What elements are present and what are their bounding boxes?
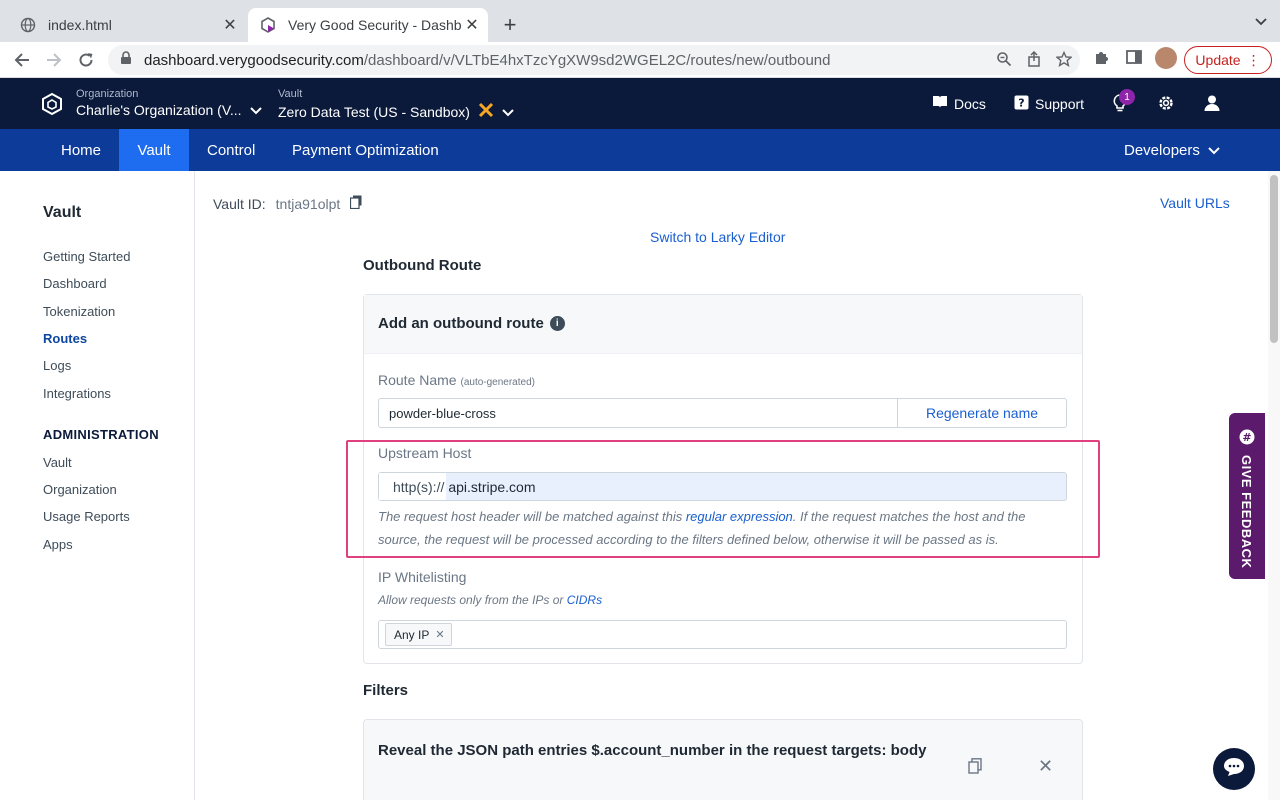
nav-home[interactable]: Home [45,129,117,171]
app-header: Organization Charlie's Organization (V..… [0,78,1280,129]
lock-icon [120,50,134,70]
sidebar-item-admin-vault[interactable]: Vault [43,455,72,470]
org-switcher[interactable]: Organization Charlie's Organization (V..… [76,88,262,118]
address-bar[interactable]: dashboard.verygoodsecurity.com/dashboard… [108,45,1080,75]
vault-id: Vault ID: tntja91olpt [213,195,362,212]
copy-icon[interactable] [350,195,362,212]
highlight-box [346,440,1100,558]
sidebar-item-organization[interactable]: Organization [43,482,117,497]
chevron-down-icon [502,104,514,120]
vault-switcher[interactable]: Vault Zero Data Test (US - Sandbox) [278,88,514,121]
card-title: Add an outbound route [378,315,544,332]
feedback-icon: # [1239,429,1255,445]
browser-tab-vgs[interactable]: Very Good Security - Dashboard ✕ [248,8,488,42]
profile-avatar[interactable] [1155,47,1177,69]
svg-text:?: ? [1018,97,1024,110]
url-text: dashboard.verygoodsecurity.com/dashboard… [144,51,831,69]
vgs-logo-icon[interactable] [40,92,64,121]
sidebar-item-getting-started[interactable]: Getting Started [43,249,130,264]
forward-icon[interactable] [42,48,66,72]
filter-description: Reveal the JSON path entries $.account_n… [378,742,927,759]
new-tab-icon[interactable]: + [498,12,522,38]
close-icon[interactable]: ✕ [462,15,482,35]
vault-id-label: Vault ID: [213,195,266,212]
sidebar-item-logs[interactable]: Logs [43,358,71,373]
share-icon[interactable] [1026,50,1042,72]
vault-label: Vault [278,88,303,100]
copy-icon[interactable] [968,758,982,779]
nav-developers[interactable]: Developers [1108,129,1236,171]
sidebar-item-usage-reports[interactable]: Usage Reports [43,509,130,524]
sidepanel-icon[interactable] [1125,48,1143,71]
feedback-label: GIVE FEEDBACK [1239,455,1254,569]
docs-link[interactable]: Docs [932,95,986,112]
ip-whitelist-input[interactable]: Any IP ✕ [378,620,1067,649]
book-icon [932,95,948,112]
sidebar-item-apps[interactable]: Apps [43,537,73,552]
tab-title: index.html [48,17,112,33]
filter-card: Reveal the JSON path entries $.account_n… [363,719,1083,800]
route-name-input[interactable]: powder-blue-cross [378,398,898,428]
org-value: Charlie's Organization (V... [76,102,242,118]
notification-badge: 1 [1119,89,1135,105]
more-vertical-icon: ⋮ [1246,51,1261,68]
browser-tab-strip: index.html ✕ Very Good Security - Dashbo… [0,0,1280,42]
star-icon[interactable] [1055,50,1073,72]
ip-chip: Any IP ✕ [385,623,452,646]
scrollbar-thumb[interactable] [1270,175,1278,343]
browser-toolbar: dashboard.verygoodsecurity.com/dashboard… [0,42,1280,78]
sidebar-item-tokenization[interactable]: Tokenization [43,304,115,319]
larky-editor-link[interactable]: Switch to Larky Editor [650,229,785,245]
info-icon[interactable]: i [549,316,565,331]
route-name-label: Route Name (auto-generated) [378,372,535,388]
sidebar: Vault Getting Started Dashboard Tokeniza… [0,171,195,800]
vault-urls-link[interactable]: Vault URLs [1160,195,1230,211]
globe-icon [20,17,36,33]
close-icon[interactable]: ✕ [435,628,444,641]
close-icon[interactable]: ✕ [1038,756,1053,777]
sidebar-title: Vault [43,204,82,221]
page-scrollbar[interactable] [1268,171,1280,800]
outbound-route-title: Outbound Route [363,257,482,274]
chevron-down-icon [1208,142,1220,159]
chat-icon [1223,757,1245,782]
org-label: Organization [76,88,139,100]
ip-whitelisting-label: IP Whitelisting [378,569,467,585]
chevron-down-icon [249,102,262,118]
vault-id-value: tntja91olpt [275,195,341,212]
sidebar-item-routes[interactable]: Routes [43,331,87,346]
zoom-icon[interactable] [996,51,1012,72]
svg-text:#: # [1242,431,1251,444]
chevron-down-icon[interactable] [1254,14,1268,30]
tab-title: Very Good Security - Dashboard [288,17,462,33]
nav-vault[interactable]: Vault [119,129,189,171]
sidebar-section-administration: ADMINISTRATION [43,427,159,442]
ip-whitelisting-hint: Allow requests only from the IPs or CIDR… [378,593,603,607]
back-icon[interactable] [10,48,34,72]
help-icon: ? [1014,95,1029,113]
user-icon[interactable] [1203,94,1221,117]
sandbox-icon [478,102,494,121]
sidebar-item-dashboard[interactable]: Dashboard [43,276,107,291]
regenerate-name-button[interactable]: Regenerate name [897,398,1067,428]
reload-icon[interactable] [74,48,98,72]
gear-icon[interactable] [1157,94,1175,117]
sidebar-item-integrations[interactable]: Integrations [43,386,111,401]
give-feedback-tab[interactable]: # GIVE FEEDBACK [1229,413,1265,579]
cidrs-link[interactable]: CIDRs [567,593,602,607]
support-link[interactable]: ? Support [1014,95,1084,113]
vgs-icon [260,17,276,33]
filters-title: Filters [363,682,409,699]
extensions-icon[interactable] [1093,48,1111,71]
vault-value: Zero Data Test (US - Sandbox) [278,103,470,120]
update-button[interactable]: Update ⋮ [1184,46,1272,74]
nav-payment-optimization[interactable]: Payment Optimization [276,129,455,171]
browser-tab-index[interactable]: index.html ✕ [8,8,246,42]
main-nav: Home Vault Control Payment Optimization … [0,129,1280,171]
card-header: Add an outbound route i [364,295,1082,354]
close-icon[interactable]: ✕ [220,15,240,35]
nav-control[interactable]: Control [191,129,271,171]
chat-button[interactable] [1213,748,1255,790]
